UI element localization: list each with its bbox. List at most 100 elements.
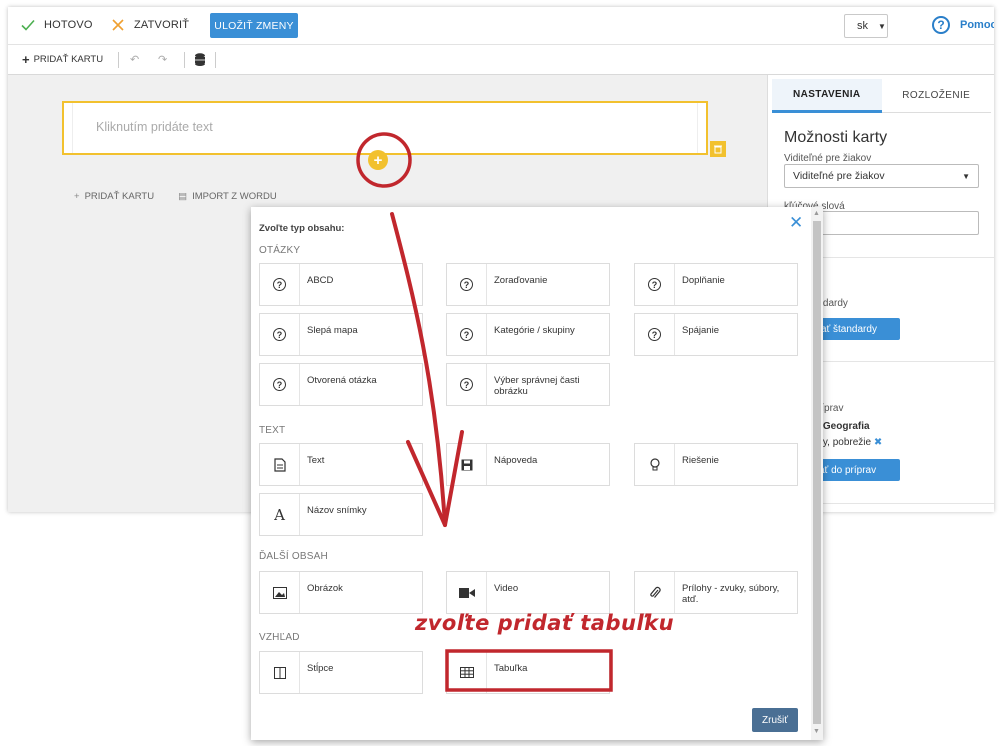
card-options-title: Možnosti karty [784,129,888,146]
tile-fill-in[interactable]: ? Doplňanie [634,263,798,306]
done-button[interactable]: HOTOVO [20,17,93,33]
redo-icon[interactable]: ↷ [158,53,167,66]
cancel-button[interactable]: Zrušiť [752,708,798,732]
canvas-add-card-label: PRIDAŤ KARTU [84,191,155,202]
tile-label: Stĺpce [307,663,334,674]
tile-hint[interactable]: Nápoveda [446,443,610,486]
close-icon[interactable]: ✕ [789,213,803,233]
tile-label: Text [307,455,325,466]
visibility-label: Viditeľné pre žiakov [784,153,872,164]
tile-label: Nápoveda [494,455,538,466]
tile-slide-title[interactable]: A Názov snímky [259,493,423,536]
columns-icon [260,652,300,693]
visibility-select[interactable]: Viditeľné pre žiakov ▼ [784,164,979,188]
question-icon: ? [635,314,675,355]
undo-icon[interactable]: ↶ [130,53,139,66]
scroll-down-icon[interactable]: ▼ [813,728,820,735]
tile-abcd[interactable]: ? ABCD [259,263,423,306]
trash-icon [714,145,722,154]
tab-layout[interactable]: ROZLOŽENIE [881,79,991,113]
tile-label: Doplňanie [682,275,725,286]
close-button[interactable]: ZATVORIŤ [110,17,189,33]
section-heading-appearance: VZHĽAD [259,632,300,643]
tile-label: Spájanie [682,325,719,336]
canvas-add-card-button[interactable]: + PRIDAŤ KARTU [74,191,154,202]
tile-attachments[interactable]: Prílohy - zvuky, súbory, atď. [634,571,798,614]
tile-label: Názov snímky [307,505,367,516]
word-file-icon: ▤ [178,191,188,202]
tile-label: Prílohy - zvuky, súbory, atď. [682,583,780,605]
question-icon: ? [447,314,487,355]
plus-icon: + [74,191,80,202]
language-select[interactable]: sk ▼ [844,14,888,38]
tile-blind-map[interactable]: ? Slepá mapa [259,313,423,356]
scroll-up-icon[interactable]: ▲ [813,210,820,217]
document-icon [260,444,300,485]
toolbar-add-card-button[interactable]: + PRIDAŤ KARTU [22,51,104,67]
toolbar-divider [215,52,216,68]
canvas-actions: + PRIDAŤ KARTU ▤ IMPORT Z WORDU [74,191,277,202]
lightbulb-icon [635,444,675,485]
tab-settings[interactable]: NASTAVENIA [772,79,882,113]
tile-label: Riešenie [682,455,719,466]
text-card[interactable]: Kliknutím pridáte text [62,101,708,155]
card-trash-button[interactable] [710,141,726,157]
tile-label: Slepá mapa [307,325,358,336]
tile-label: ABCD [307,275,334,286]
tile-text[interactable]: Text [259,443,423,486]
tile-categories[interactable]: ? Kategórie / skupiny [446,313,610,356]
video-camera-icon [447,572,487,613]
tile-image[interactable]: Obrázok [259,571,423,614]
database-icon[interactable] [195,53,205,66]
tile-label: Otvorená otázka [307,375,377,386]
tile-label: Zoraďovanie [494,275,548,286]
help-link[interactable]: ? Pomoc [932,16,994,34]
floppy-icon [447,444,487,485]
font-icon: A [260,494,300,535]
toolbar-divider [184,52,185,68]
section-heading-other-content: ĎALŠÍ OBSAH [259,551,328,562]
tile-open-question[interactable]: ? Otvorená otázka [259,363,423,406]
scrollbar-thumb[interactable] [813,221,821,724]
tile-label: Kategórie / skupiny [494,325,575,336]
plus-icon: + [22,51,30,67]
tile-label: Video [494,583,519,594]
done-label: HOTOVO [44,19,93,31]
remove-tag-icon[interactable]: ✖ [874,437,882,448]
image-icon [260,572,300,613]
save-changes-button[interactable]: ULOŽIŤ ZMENY [210,13,298,38]
toolbar-add-card-label: PRIDAŤ KARTU [33,54,104,65]
import-word-label: IMPORT Z WORDU [192,191,277,202]
caret-down-icon: ▼ [878,21,886,31]
tile-solution[interactable]: Riešenie [634,443,798,486]
tile-label: Výber správnej časti obrázku [494,375,580,397]
import-word-button[interactable]: ▤ IMPORT Z WORDU [178,191,277,202]
editor-toolbar: + PRIDAŤ KARTU ↶ ↷ [8,45,994,75]
table-icon [447,652,487,693]
content-type-dialog: Zvoľte typ obsahu: ✕ ▲ ▼ OTÁZKY ? ABCD ?… [251,207,823,740]
panel-tabs: NASTAVENIA ROZLOŽENIE [772,79,991,113]
close-label: ZATVORIŤ [134,19,190,31]
annotation-text: zvoľte pridať tabuľku [415,611,675,635]
section-heading-text: TEXT [259,425,286,436]
dialog-title: Zvoľte typ obsahu: [259,223,345,234]
card-placeholder: Kliknutím pridáte text [96,120,213,134]
paperclip-icon [635,572,675,613]
language-value: sk [857,20,868,32]
caret-down-icon: ▼ [962,171,970,181]
top-bar: HOTOVO ZATVORIŤ ULOŽIŤ ZMENY sk ▼ ? Pomo… [8,7,994,45]
tile-columns[interactable]: Stĺpce [259,651,423,694]
tile-ordering[interactable]: ? Zoraďovanie [446,263,610,306]
add-content-button[interactable]: + [368,150,388,170]
tile-video[interactable]: Video [446,571,610,614]
section-heading-questions: OTÁZKY [259,245,301,256]
help-icon: ? [932,16,950,34]
tile-label: Obrázok [307,583,343,594]
question-icon: ? [447,364,487,405]
tile-image-part[interactable]: ? Výber správnej časti obrázku [446,363,610,406]
tile-table[interactable]: Tabuľka [446,651,610,694]
help-label: Pomoc [960,19,994,31]
tile-label: Tabuľka [494,663,528,674]
tile-matching[interactable]: ? Spájanie [634,313,798,356]
question-icon: ? [260,264,300,305]
